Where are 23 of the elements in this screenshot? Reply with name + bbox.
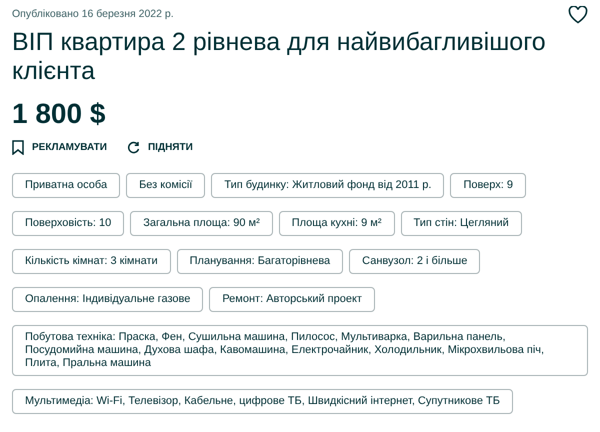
property-tag: Тип будинку: Житловий фонд від 2011 р.: [211, 173, 444, 198]
property-tag: Поверх: 9: [450, 173, 526, 198]
promote-button[interactable]: РЕКЛАМУВАТИ: [12, 140, 107, 155]
property-tag: Тип стін: Цегляний: [400, 211, 522, 236]
bookmark-icon: [12, 140, 24, 155]
property-tag: Побутова техніка: Праска, Фен, Сушильна машина, Пилосос, Мультиварка, Варильна панель, Посудомийна машина, Духова шафа, Кавомашина, Електрочайник, Холодильник, Мікрохвильова піч, Плита, Пральна машина: [12, 325, 588, 376]
published-date: Опубліковано 16 березня 2022 р.: [12, 8, 174, 20]
refresh-icon: [126, 141, 140, 154]
property-tag: Опалення: Індивідуальне газове: [12, 287, 204, 312]
property-tag: Кількість кімнат: 3 кімнати: [12, 249, 171, 274]
property-tag: Мультимедіа: Wi-Fi, Телевізор, Кабельне, цифрове ТБ, Швидкісний інтернет, Супутникове ТБ: [12, 389, 513, 414]
price: 1 800 $: [12, 98, 106, 130]
property-tag: Приватна особа: [12, 173, 120, 198]
property-tag: Без комісії: [126, 173, 206, 198]
property-tag: Планування: Багаторівнева: [176, 249, 344, 274]
raise-button[interactable]: ПІДНЯТИ: [126, 141, 193, 154]
property-tag: Загальна площа: 90 м²: [130, 211, 273, 236]
property-tag: Площа кухні: 9 м²: [278, 211, 394, 236]
property-tag: Санвузол: 2 і більше: [349, 249, 480, 274]
property-tag: Поверховість: 10: [12, 211, 124, 236]
heart-icon[interactable]: [568, 6, 588, 24]
property-tag: Ремонт: Авторський проект: [209, 287, 375, 312]
listing-title: ВІП квартира 2 рівнева для найвибагливішого клієнта: [12, 28, 547, 86]
